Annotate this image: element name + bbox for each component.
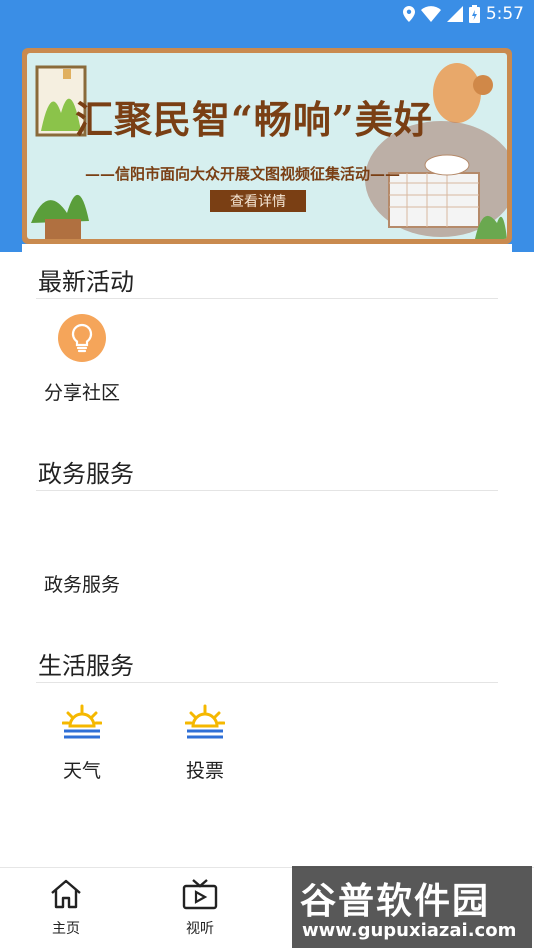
grid-item-vote[interactable]: 投票 [159,704,251,783]
sunrise-icon [184,704,226,739]
nav-item-av[interactable]: 视听 [160,878,240,938]
home-icon [51,879,81,909]
section-title-latest: 最新活动 [38,268,134,296]
banner-subtitle: ——信阳市面向大众开展文图视频征集活动—— [85,165,401,183]
status-time: 5:57 [485,4,524,24]
status-bar: 5:57 [0,0,534,30]
content-area: 最新活动 分享社区 政务服务 政务服务 生活服务 天气 投票 [22,244,512,866]
section-title-gov: 政务服务 [38,460,134,488]
video-icon [182,879,218,910]
grid-item-share-community[interactable]: 分享社区 [36,314,128,405]
grid-label: 分享社区 [43,382,120,404]
banner-artwork: 汇聚民智“畅响”美好 ——信阳市面向大众开展文图视频征集活动—— 查看详情 [27,53,507,239]
location-icon [402,6,415,22]
banner-title: 汇聚民智“畅响”美好 [75,97,433,142]
grid-label: 天气 [62,760,101,782]
bulb-icon [58,314,106,362]
nav-label: 主页 [52,921,80,937]
view-details-button[interactable]: 查看详情 [210,190,306,212]
divider [36,682,498,683]
divider [36,490,498,491]
nav-label: 视听 [186,921,214,937]
grid-item-gov-service[interactable]: 政务服务 [36,570,128,597]
watermark-url: www.gupuxiazai.com [302,920,517,941]
grid-label: 投票 [185,760,224,782]
grid-item-weather[interactable]: 天气 [36,704,128,783]
watermark-title: 谷普软件园 [300,881,491,922]
site-watermark: 谷普软件园 www.gupuxiazai.com [292,866,532,948]
wifi-icon [420,6,441,22]
sunrise-icon [61,704,103,739]
signal-icon [446,6,463,22]
divider [36,298,498,299]
app-screen: 5:57 汇聚民智“畅响”美好 ——信阳市面向大众开展文图视频征集活动—— 查看… [0,0,534,950]
activity-banner[interactable]: 汇聚民智“畅响”美好 ——信阳市面向大众开展文图视频征集活动—— 查看详情 [22,48,512,244]
battery-icon [468,5,480,23]
nav-item-home[interactable]: 主页 [26,878,106,938]
section-title-life: 生活服务 [38,652,134,680]
grid-label: 政务服务 [43,574,120,596]
